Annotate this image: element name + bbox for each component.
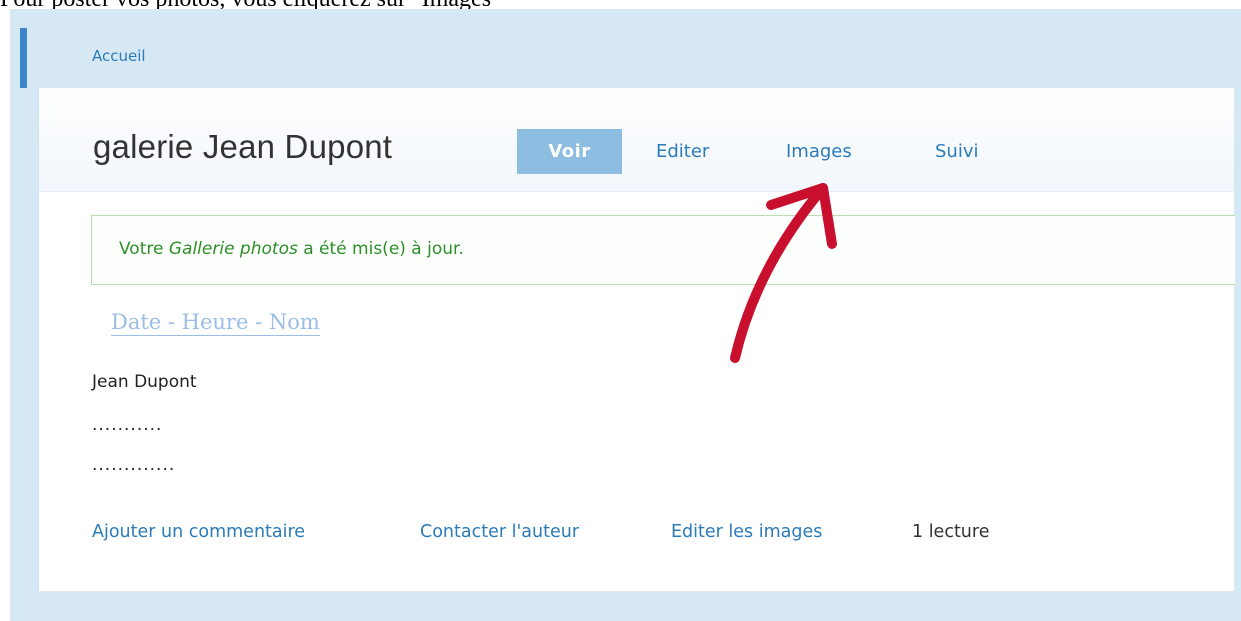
tab-images[interactable]: Images: [786, 129, 852, 174]
read-count: 1 lecture: [912, 522, 990, 542]
content-panel: galerie Jean Dupont Voir Editer Images S…: [38, 88, 1235, 592]
tab-suivi[interactable]: Suivi: [935, 129, 979, 174]
page-title: galerie Jean Dupont: [93, 128, 393, 165]
sort-link[interactable]: Date - Heure - Nom: [111, 310, 320, 336]
content-line-1: ...........: [92, 415, 163, 435]
tab-editer[interactable]: Editer: [656, 129, 709, 174]
contact-author-link[interactable]: Contacter l'auteur: [420, 522, 579, 542]
status-suffix: a été mis(e) à jour.: [297, 239, 464, 259]
edit-images-link[interactable]: Editer les images: [671, 522, 822, 542]
panel-header: galerie Jean Dupont Voir Editer Images S…: [39, 88, 1234, 192]
accent-bar: [20, 28, 27, 88]
tab-voir[interactable]: Voir: [517, 129, 622, 174]
status-message: Votre Gallerie photos a été mis(e) à jou…: [91, 215, 1235, 285]
status-emphasis: Gallerie photos: [168, 239, 298, 259]
status-text: Votre Gallerie photos a été mis(e) à jou…: [119, 239, 464, 259]
breadcrumb-home-link[interactable]: Accueil: [92, 47, 146, 65]
status-prefix: Votre: [119, 239, 169, 259]
content-line-2: .............: [92, 455, 176, 475]
author-name: Jean Dupont: [92, 372, 197, 392]
add-comment-link[interactable]: Ajouter un commentaire: [92, 522, 305, 542]
